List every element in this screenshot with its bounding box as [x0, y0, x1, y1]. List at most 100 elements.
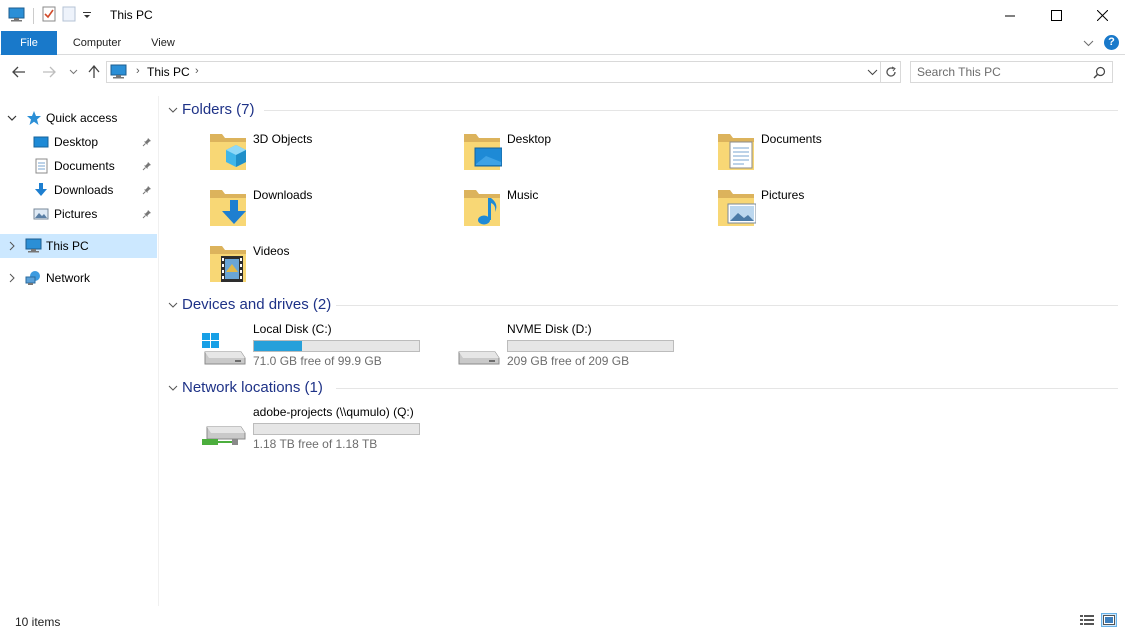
chevron-down-icon[interactable]: [168, 382, 178, 396]
sidebar-item-label: Quick access: [46, 111, 118, 125]
chevron-down-icon[interactable]: [867, 65, 878, 82]
group-divider: [264, 110, 1118, 111]
chevron-down-icon[interactable]: [168, 104, 178, 118]
drive-free-space: 1.18 TB free of 1.18 TB: [253, 437, 378, 451]
close-button[interactable]: [1079, 0, 1125, 31]
item-count: 10 items: [15, 615, 61, 629]
sidebar-item-label: Network: [46, 271, 91, 285]
up-arrow-icon[interactable]: [85, 63, 103, 81]
sidebar-item-desktop[interactable]: Desktop: [0, 130, 157, 154]
this-pc-icon[interactable]: [8, 7, 25, 25]
group-title: Folders (7): [182, 101, 255, 118]
folder-name: Pictures: [761, 188, 805, 202]
download-arrow-icon: [33, 182, 49, 198]
network-icon: [25, 270, 41, 286]
maximize-button[interactable]: [1033, 0, 1079, 31]
quick-access-toolbar: [8, 6, 92, 25]
navigation-bar: › This PC ›: [0, 57, 1125, 87]
network-drive-q[interactable]: adobe-projects (\\qumulo) (Q:) 1.18 TB f…: [201, 405, 441, 457]
search-box[interactable]: [910, 61, 1113, 83]
tab-computer[interactable]: Computer: [64, 31, 130, 55]
chevron-right-icon[interactable]: ›: [136, 65, 140, 77]
windows-drive-icon: [201, 332, 247, 371]
chevron-down-icon[interactable]: [7, 112, 17, 126]
sidebar-item-quick-access[interactable]: Quick access: [0, 106, 157, 130]
pin-icon[interactable]: [142, 184, 152, 198]
large-icons-view-icon[interactable]: [1101, 613, 1117, 627]
folder-downloads[interactable]: Downloads: [208, 184, 448, 234]
drive-name: adobe-projects (\\qumulo) (Q:): [253, 405, 414, 419]
star-icon: [26, 110, 42, 126]
refresh-button[interactable]: [881, 61, 901, 83]
minimize-button[interactable]: [987, 0, 1033, 31]
tab-file[interactable]: File: [1, 31, 57, 55]
details-view-icon[interactable]: [1079, 613, 1095, 627]
forward-arrow-icon[interactable]: [40, 63, 58, 81]
navigation-pane: Quick access Desktop Documents Downloads: [0, 96, 159, 606]
group-header-folders[interactable]: Folders (7): [168, 98, 1118, 120]
new-folder-icon[interactable]: [62, 6, 76, 25]
drive-nvme-disk-d[interactable]: NVME Disk (D:) 209 GB free of 209 GB: [455, 322, 695, 374]
ribbon-tabs: File Computer View ?: [0, 31, 1125, 55]
tab-view[interactable]: View: [140, 31, 186, 55]
search-input[interactable]: [917, 65, 1087, 79]
folder-music-icon: [462, 186, 502, 230]
toolbar-separator: [33, 7, 34, 24]
sidebar-item-label: Desktop: [54, 135, 99, 149]
desktop-icon: [33, 134, 49, 150]
chevron-down-icon[interactable]: [168, 299, 178, 313]
sidebar-item-downloads[interactable]: Downloads: [0, 178, 157, 202]
group-divider: [336, 388, 1118, 389]
folder-name: Videos: [253, 244, 290, 258]
chevron-right-icon[interactable]: [7, 272, 17, 286]
properties-icon[interactable]: [42, 6, 56, 25]
this-pc-icon: [25, 238, 42, 254]
pin-icon[interactable]: [142, 208, 152, 222]
drive-local-disk-c[interactable]: Local Disk (C:) 71.0 GB free of 99.9 GB: [201, 322, 441, 374]
file-list: Folders (7) 3D Objects Desktop Documents…: [160, 96, 1125, 606]
folder-videos-icon: [208, 242, 248, 286]
group-header-devices[interactable]: Devices and drives (2): [168, 293, 1118, 315]
address-bar[interactable]: › This PC ›: [106, 61, 881, 83]
status-bar: 10 items: [0, 608, 1125, 632]
drive-free-space: 209 GB free of 209 GB: [507, 354, 630, 368]
drive-name: Local Disk (C:): [253, 322, 332, 336]
expand-ribbon-icon[interactable]: [1083, 36, 1094, 50]
folder-3d-objects[interactable]: 3D Objects: [208, 128, 448, 178]
search-icon[interactable]: [1093, 66, 1106, 82]
window-title: This PC: [110, 8, 153, 22]
documents-icon: [33, 158, 49, 174]
folder-name: Downloads: [253, 188, 313, 202]
back-arrow-icon[interactable]: [10, 63, 28, 81]
recent-locations-icon[interactable]: [64, 63, 82, 81]
breadcrumb[interactable]: This PC: [147, 65, 190, 79]
folder-3d-objects-icon: [208, 130, 248, 174]
drive-name: NVME Disk (D:): [507, 322, 592, 336]
group-title: Devices and drives (2): [182, 296, 332, 313]
folder-pictures[interactable]: Pictures: [716, 184, 956, 234]
folder-videos[interactable]: Videos: [208, 240, 448, 290]
sidebar-item-documents[interactable]: Documents: [0, 154, 157, 178]
folder-documents[interactable]: Documents: [716, 128, 956, 178]
sidebar-item-label: Downloads: [54, 183, 114, 197]
chevron-right-icon[interactable]: ›: [195, 65, 199, 77]
pin-icon[interactable]: [142, 136, 152, 150]
help-icon[interactable]: ?: [1104, 35, 1119, 50]
drive-usage-fill: [254, 341, 302, 351]
customize-toolbar-icon[interactable]: [82, 9, 92, 23]
sidebar-item-network[interactable]: Network: [0, 266, 157, 290]
sidebar-item-this-pc[interactable]: This PC: [0, 234, 157, 258]
folder-desktop[interactable]: Desktop: [462, 128, 702, 178]
this-pc-icon: [110, 64, 127, 82]
sidebar-item-pictures[interactable]: Pictures: [0, 202, 157, 226]
group-header-network-locations[interactable]: Network locations (1): [168, 376, 1118, 398]
drive-usage-bar: [507, 340, 674, 352]
pin-icon[interactable]: [142, 160, 152, 174]
chevron-right-icon[interactable]: [7, 240, 17, 254]
drive-usage-bar: [253, 340, 420, 352]
folder-name: 3D Objects: [253, 132, 313, 146]
folder-name: Documents: [761, 132, 822, 146]
folder-documents-icon: [716, 130, 756, 174]
folder-music[interactable]: Music: [462, 184, 702, 234]
drive-free-space: 71.0 GB free of 99.9 GB: [253, 354, 382, 368]
